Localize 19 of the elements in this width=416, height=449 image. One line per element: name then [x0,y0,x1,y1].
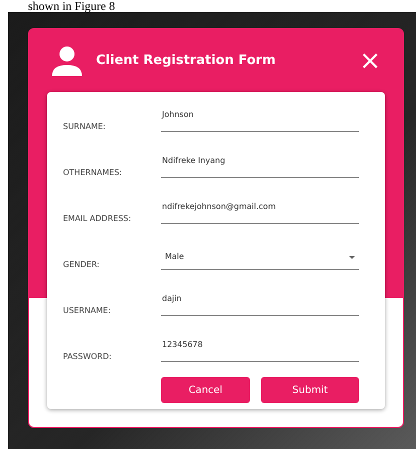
caret-icon [349,256,355,259]
caption-text: shown in Figure 8 [27,0,116,12]
input-field[interactable]: dajin [161,294,359,316]
user-icon [51,44,83,76]
dialog-title: Client Registration Form [96,53,277,68]
input-field[interactable]: Ndifreke Inyang [161,156,359,178]
input-field[interactable]: Johnson [161,110,359,132]
field-label: SURNAME: [63,122,107,132]
submit-button[interactable]: Submit [261,377,359,403]
gender-dropdown[interactable]: Male [161,248,359,270]
field-label: GENDER: [63,260,100,270]
cancel-button[interactable]: Cancel [161,377,250,403]
input-field[interactable]: ndifrekejohnson@gmail.com [161,202,359,224]
close-button[interactable]: × [355,48,385,74]
field-label: EMAIL ADDRESS: [63,214,132,224]
input-field[interactable]: 12345678 [161,340,359,362]
field-label: USERNAME: [63,306,112,316]
field-label: OTHERNAMES: [63,168,123,178]
field-label: PASSWORD: [63,352,113,362]
